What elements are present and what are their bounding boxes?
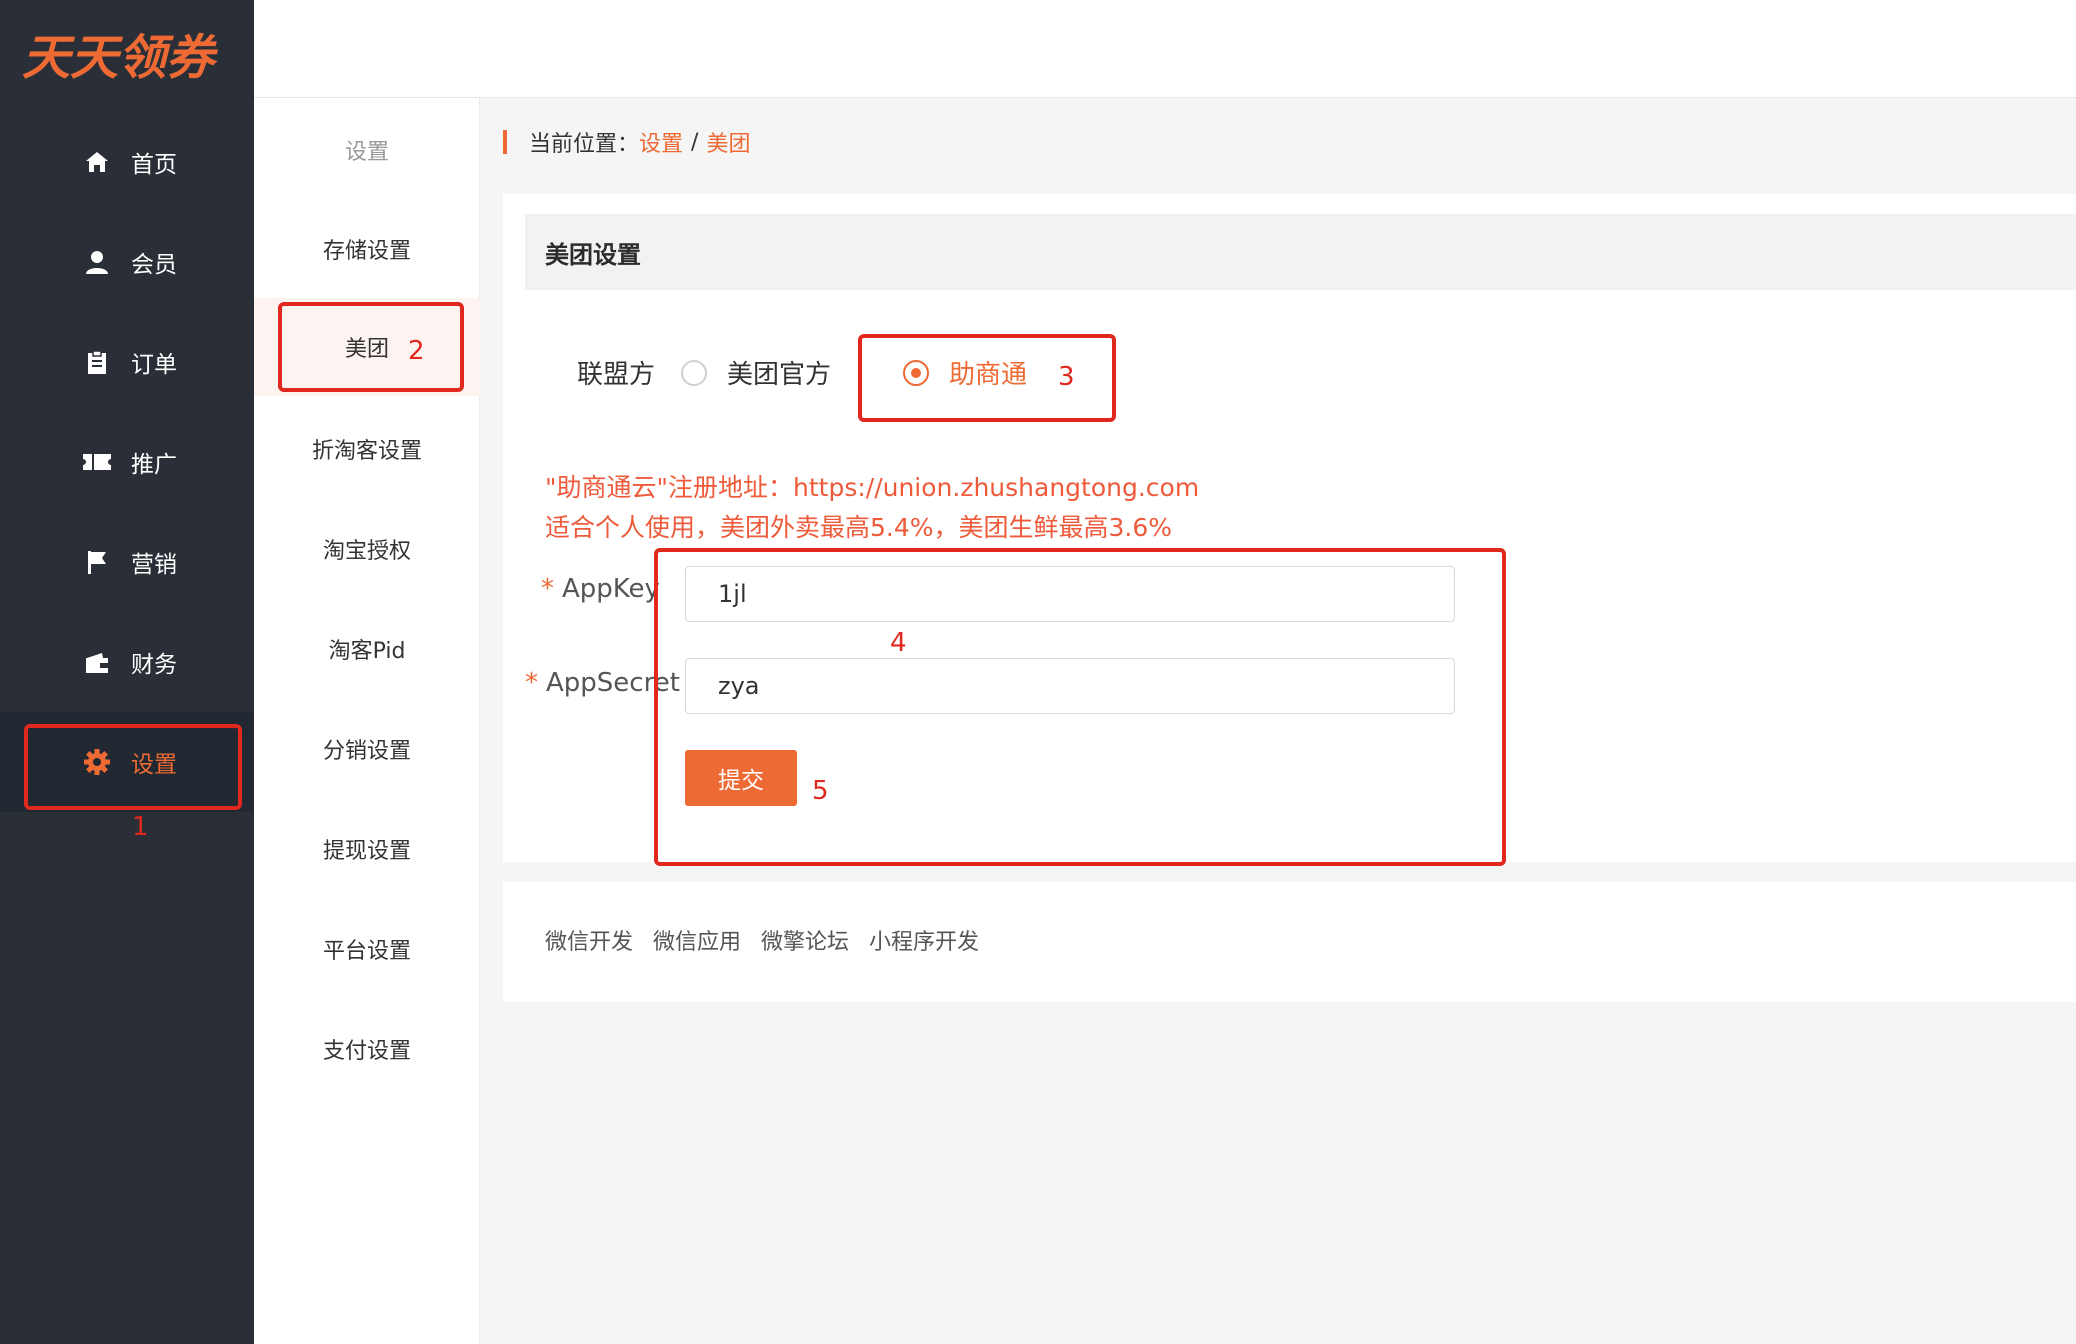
subnav-item-withdraw[interactable]: 提现设置 [254, 800, 480, 898]
breadcrumb-accent-bar [503, 130, 507, 154]
breadcrumb: 当前位置： 设置 / 美团 [503, 126, 750, 158]
sidebar-item-members[interactable]: 会员 [0, 212, 254, 312]
sidebar-item-marketing[interactable]: 营销 [0, 512, 254, 612]
sidebar-item-label: 财务 [131, 652, 177, 678]
subnav-item-distribution[interactable]: 分销设置 [254, 700, 480, 798]
subnav-item-taoke-pid[interactable]: 淘客Pid [254, 600, 480, 698]
annotation-number-2: 2 [408, 336, 425, 366]
ticket-icon [82, 447, 112, 477]
required-star: * [541, 574, 554, 604]
sidebar-item-orders[interactable]: 订单 [0, 312, 254, 412]
footer-link-wechat-apps[interactable]: 微信应用 [653, 924, 741, 956]
user-icon [82, 247, 112, 277]
sidebar-item-label: 设置 [131, 752, 177, 778]
main-sidebar: 天天领券 首页 会员 订单 推广 营销 财务 设置 [0, 0, 254, 1344]
appsecret-label: * AppSecret [525, 668, 680, 698]
breadcrumb-link-settings[interactable]: 设置 [639, 126, 683, 158]
breadcrumb-link-meituan[interactable]: 美团 [706, 126, 750, 158]
gear-icon [82, 747, 112, 777]
annotation-number-3: 3 [1058, 362, 1075, 392]
annotation-number-4: 4 [890, 628, 907, 658]
subnav-item-taobao-auth[interactable]: 淘宝授权 [254, 500, 480, 598]
subnav-item-storage[interactable]: 存储设置 [254, 200, 480, 298]
subnav-item-zhetaoke[interactable]: 折淘客设置 [254, 400, 480, 498]
app-logo: 天天领券 [22, 30, 215, 86]
panel-title: 美团设置 [525, 214, 2076, 290]
footer-link-wechat-dev[interactable]: 微信开发 [545, 924, 633, 956]
sidebar-item-finance[interactable]: 财务 [0, 612, 254, 712]
register-note: "助商通云"注册地址：https://union.zhushangtong.co… [545, 473, 1200, 502]
breadcrumb-separator: / [691, 129, 699, 155]
sidebar-item-promotion[interactable]: 推广 [0, 412, 254, 512]
sidebar-item-home[interactable]: 首页 [0, 112, 254, 212]
footer-links: 微信开发 微信应用 微擎论坛 小程序开发 [545, 924, 999, 956]
subnav-item-meituan[interactable]: 美团 [254, 298, 480, 396]
wallet-icon [82, 647, 112, 677]
radio-circle[interactable] [903, 359, 930, 386]
subnav-item-payment[interactable]: 支付设置 [254, 1000, 480, 1098]
radio-zhushangtong[interactable]: 助商通 [903, 354, 1027, 391]
flag-icon [82, 547, 112, 577]
annotation-number-5: 5 [812, 776, 829, 806]
clipboard-icon [82, 347, 112, 377]
footer-panel: 微信开发 微信应用 微擎论坛 小程序开发 [503, 882, 2076, 1002]
submit-button[interactable]: 提交 [685, 750, 797, 806]
commission-note: 适合个人使用，美团外卖最高5.4%，美团生鲜最高3.6% [545, 513, 1173, 542]
appkey-input[interactable] [685, 566, 1455, 622]
sidebar-item-label: 首页 [131, 152, 177, 178]
subnav-item-platform[interactable]: 平台设置 [254, 900, 480, 998]
radio-label: 助商通 [949, 360, 1028, 390]
annotation-number-1: 1 [132, 812, 149, 842]
footer-link-forum[interactable]: 微擎论坛 [761, 924, 849, 956]
footer-link-miniprogram-dev[interactable]: 小程序开发 [869, 924, 979, 956]
sidebar-item-label: 推广 [131, 452, 177, 478]
union-radio-group: 联盟方 美团官方 助商通 [577, 354, 1027, 391]
subnav-title: 设置 [344, 140, 389, 165]
top-bar [254, 0, 2076, 98]
radio-circle[interactable] [681, 359, 708, 386]
home-icon [82, 147, 112, 177]
sidebar-item-label: 营销 [131, 552, 177, 578]
sidebar-item-label: 会员 [131, 252, 177, 278]
sidebar-item-settings[interactable]: 设置 [0, 712, 254, 812]
appsecret-input[interactable] [685, 658, 1455, 714]
radio-meituan-official[interactable]: 美团官方 [681, 354, 831, 391]
breadcrumb-prefix: 当前位置： [529, 132, 640, 157]
radio-group-label: 联盟方 [577, 360, 656, 390]
radio-label: 美团官方 [727, 360, 832, 390]
appkey-label: * AppKey [541, 574, 660, 604]
required-star: * [525, 668, 538, 698]
settings-subnav: 设置 存储设置 美团 折淘客设置 淘宝授权 淘客Pid 分销设置 提现设置 平台… [254, 98, 480, 1344]
sidebar-item-label: 订单 [131, 352, 177, 378]
meituan-settings-panel: 美团设置 联盟方 美团官方 助商通 "助商通云"注册地址：https://uni… [503, 194, 2076, 862]
